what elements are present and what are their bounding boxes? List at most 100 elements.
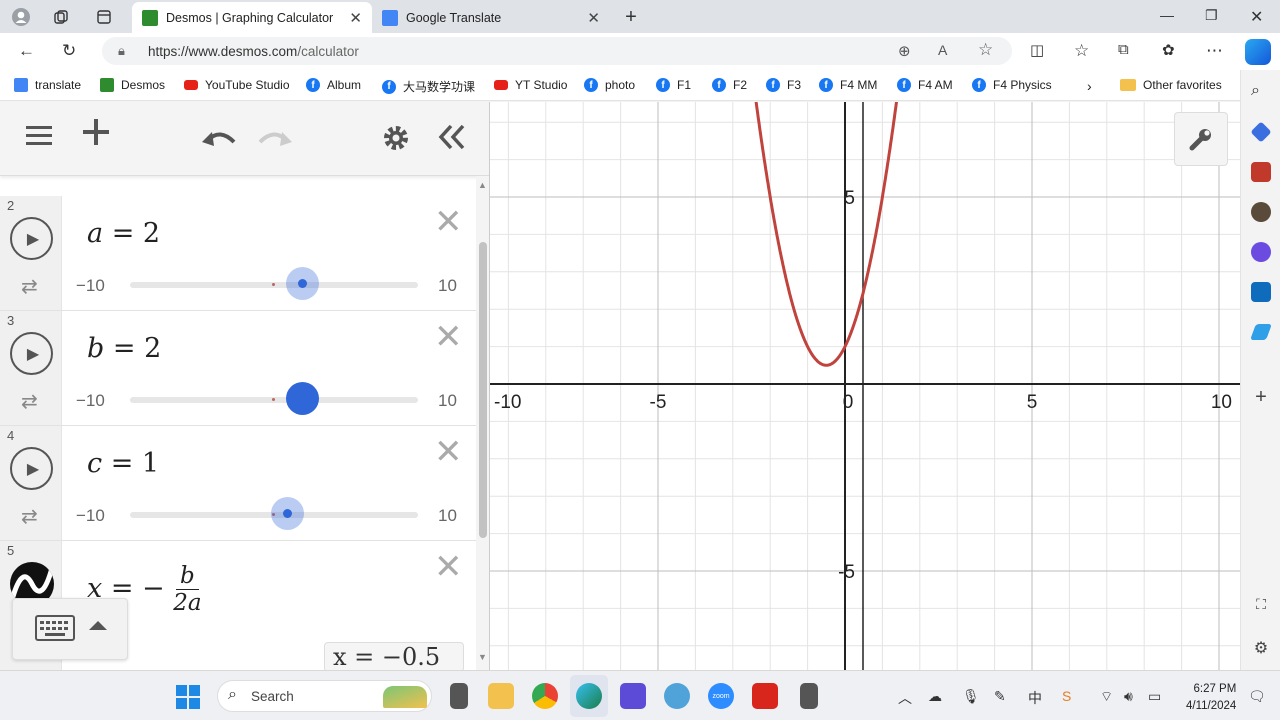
microsoft-365-icon[interactable] [1251, 242, 1271, 262]
calculator-app-icon-2[interactable] [800, 683, 818, 709]
expression-row-c[interactable]: 4 ▶ ⇄ c = 1 ✕ −10 10 [0, 426, 476, 541]
slider-handle[interactable] [271, 497, 304, 530]
expression-row-a[interactable]: 2 ▶ ⇄ a = 2 ✕ −10 10 [0, 196, 476, 311]
close-window-icon[interactable]: ✕ [1250, 7, 1263, 27]
app-tray-icon[interactable]: S [1062, 688, 1071, 704]
favorite-f4-physics[interactable]: f F4 Physics [972, 78, 1052, 92]
edge-icon[interactable] [576, 683, 602, 709]
drop-icon[interactable] [1250, 324, 1272, 340]
favorite-f4-am[interactable]: f F4 AM [897, 78, 953, 92]
settings-gear-icon[interactable] [382, 124, 410, 160]
refresh-icon[interactable]: ↻ [62, 41, 76, 61]
windows-start-icon[interactable] [176, 685, 200, 709]
more-menu-icon[interactable]: ⋯ [1206, 41, 1223, 61]
favorites-icon[interactable]: ☆ [1074, 41, 1089, 61]
other-favorites-folder[interactable]: Other favorites [1120, 78, 1222, 92]
graph-settings-button[interactable] [1174, 112, 1228, 166]
slider-max[interactable]: 10 [438, 391, 457, 411]
close-tab-icon[interactable]: ✕ [587, 9, 600, 27]
expression-formula[interactable]: b = 2 [87, 333, 161, 364]
delete-expression-icon[interactable]: ✕ [434, 202, 463, 242]
expression-row-b[interactable]: 3 ▶ ⇄ b = 2 ✕ −10 10 [0, 311, 476, 426]
games-icon[interactable] [1251, 202, 1271, 222]
volume-icon[interactable]: 🔊︎ [1124, 688, 1133, 705]
graph-paper[interactable]: -10 -5 0 5 10 5 -5 [490, 102, 1240, 670]
favorite-f2[interactable]: f F2 [712, 78, 747, 92]
undo-icon[interactable] [200, 124, 236, 158]
scrollbar-thumb[interactable] [479, 242, 487, 538]
pen-icon[interactable]: ✎ [994, 688, 1006, 705]
slider-min[interactable]: −10 [76, 276, 105, 296]
graph-canvas[interactable]: -10 -5 0 5 10 5 -5 [490, 102, 1240, 670]
split-screen-icon[interactable]: ◫ [1030, 41, 1044, 59]
favorite-yt-studio[interactable]: YT Studio [494, 78, 567, 92]
show-hidden-icons-icon[interactable]: ︿ [898, 688, 912, 708]
shopping-icon[interactable] [1250, 121, 1272, 143]
redo-icon[interactable] [258, 124, 294, 158]
loop-mode-icon[interactable]: ⇄ [21, 274, 38, 299]
delete-expression-icon[interactable]: ✕ [434, 432, 463, 472]
wifi-icon[interactable]: ⌔ [1100, 688, 1113, 706]
play-slider-icon[interactable]: ▶ [10, 332, 53, 375]
copilot-icon[interactable] [1245, 39, 1271, 65]
menu-icon[interactable] [26, 122, 54, 156]
close-tab-icon[interactable]: ✕ [349, 9, 362, 27]
back-icon[interactable]: ← [18, 41, 35, 61]
tools-icon[interactable] [1251, 162, 1271, 182]
expression-formula[interactable]: c = 1 [87, 448, 159, 479]
battery-icon[interactable]: ▭ [1148, 688, 1161, 705]
keypad-toggle-button[interactable] [12, 598, 128, 660]
expression-formula[interactable]: a = 2 [87, 218, 160, 249]
tab-actions-icon[interactable] [93, 6, 115, 28]
file-explorer-icon[interactable] [488, 683, 514, 709]
extensions-icon[interactable]: ✿ [1162, 41, 1175, 59]
notifications-icon[interactable]: 🗨︎ [1248, 688, 1266, 705]
slider-track[interactable] [130, 397, 418, 403]
favorite-f3[interactable]: f F3 [766, 78, 801, 92]
slider-max[interactable]: 10 [438, 276, 457, 296]
slider-max[interactable]: 10 [438, 506, 457, 526]
favorite-math-homework[interactable]: f 大马数学功课 [382, 78, 475, 95]
slider-min[interactable]: −10 [76, 506, 105, 526]
onedrive-icon[interactable]: ☁ [928, 688, 942, 705]
sidebar-settings-icon[interactable]: ⚙ [1251, 638, 1271, 658]
outlook-icon[interactable] [1251, 282, 1271, 302]
slider-track[interactable] [130, 282, 418, 288]
acrobat-icon[interactable] [752, 683, 778, 709]
play-slider-icon[interactable]: ▶ [10, 447, 53, 490]
new-tab-icon[interactable]: + [620, 6, 642, 28]
workspaces-icon[interactable] [50, 6, 72, 28]
favorite-album[interactable]: f Album [306, 78, 361, 92]
lock-icon[interactable]: 🔒︎ [118, 43, 125, 59]
chevron-right-icon[interactable]: › [1087, 78, 1092, 94]
clock[interactable]: 6:27 PM 4/11/2024 [1186, 681, 1236, 715]
favorite-youtube-studio[interactable]: YouTube Studio [184, 78, 290, 92]
paint-icon[interactable] [664, 683, 690, 709]
loop-mode-icon[interactable]: ⇄ [21, 504, 38, 529]
tab-google-translate[interactable]: Google Translate ✕ [372, 2, 610, 33]
profile-icon[interactable] [10, 6, 32, 28]
minimize-icon[interactable]: — [1160, 7, 1174, 23]
taskbar-search-box[interactable]: ⌕ Search [217, 680, 432, 712]
restore-icon[interactable]: ❐ [1205, 7, 1218, 24]
slider-handle[interactable] [286, 382, 319, 415]
delete-expression-icon[interactable]: ✕ [434, 317, 463, 357]
slider-handle[interactable] [286, 267, 319, 300]
favorite-star-icon[interactable]: ☆ [978, 40, 993, 60]
tab-desmos[interactable]: Desmos | Graphing Calculator ✕ [132, 2, 372, 33]
chrome-icon[interactable] [532, 683, 558, 709]
input-method-icon[interactable]: 中 [1028, 688, 1042, 708]
read-aloud-icon[interactable]: A [938, 42, 947, 58]
microphone-icon[interactable]: 🎙︎ [962, 688, 980, 705]
favorite-f1[interactable]: f F1 [656, 78, 691, 92]
zoom-app-icon[interactable]: zoom [708, 683, 734, 709]
favorite-translate[interactable]: translate [14, 78, 81, 92]
delete-expression-icon[interactable]: ✕ [434, 547, 463, 587]
collections-icon[interactable]: ⧉ [1118, 41, 1129, 58]
favorite-f4-mm[interactable]: f F4 MM [819, 78, 877, 92]
add-sidebar-icon[interactable]: + [1251, 386, 1271, 408]
save-app-icon[interactable] [620, 683, 646, 709]
address-bar[interactable]: 🔒︎ https://www.desmos.com/calculator ⊕ A… [102, 37, 1012, 65]
favorite-photo[interactable]: f photo [584, 78, 635, 92]
add-expression-icon[interactable] [82, 118, 110, 154]
